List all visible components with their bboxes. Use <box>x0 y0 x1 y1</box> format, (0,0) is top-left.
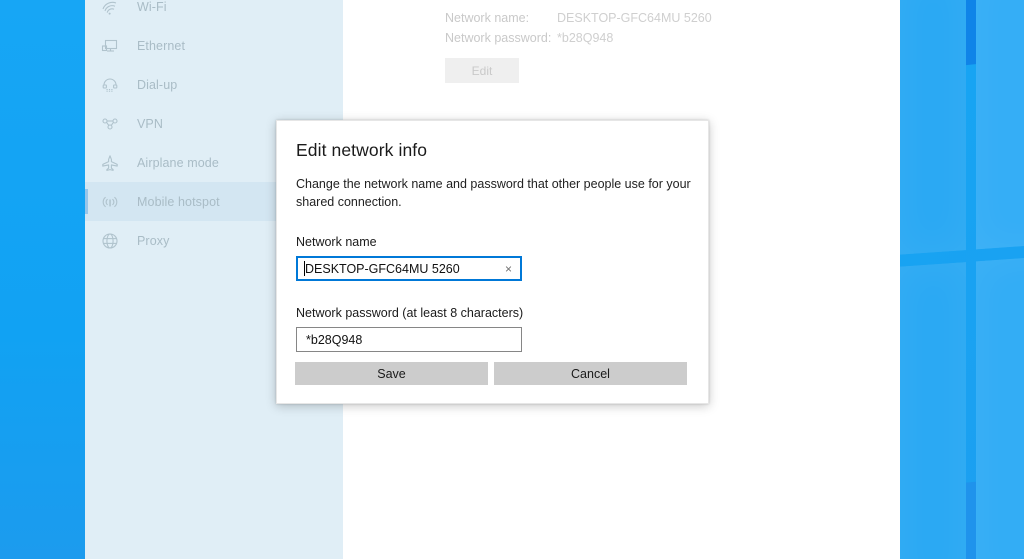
logo-pane-top-right <box>976 0 1024 250</box>
selection-accent-bar <box>85 189 88 214</box>
network-password-row: Network password: *b28Q948 <box>445 28 900 48</box>
sidebar-item-label: Dial-up <box>137 77 178 92</box>
dialog-title: Edit network info <box>296 140 428 160</box>
mobile-hotspot-icon <box>99 191 121 213</box>
airplane-icon <box>99 152 121 174</box>
dialog-button-row: Save Cancel <box>295 362 687 385</box>
network-password-input-value: *b28Q948 <box>306 332 363 347</box>
proxy-globe-icon <box>99 230 121 252</box>
network-info-block: Network name: DESKTOP-GFC64MU 5260 Netwo… <box>445 8 900 48</box>
clear-icon[interactable]: × <box>505 263 512 275</box>
dialog-description: Change the network name and password tha… <box>296 177 691 209</box>
text-caret <box>304 261 305 276</box>
logo-pane-bottom-right <box>976 237 1024 559</box>
network-password-label: Network password: <box>445 31 552 45</box>
network-password-field-label: Network password (at least 8 characters) <box>296 306 524 320</box>
sidebar-item-ethernet[interactable]: Ethernet <box>85 26 343 65</box>
network-name-row: Network name: DESKTOP-GFC64MU 5260 <box>445 8 900 28</box>
network-password-input[interactable]: *b28Q948 <box>296 327 522 352</box>
sidebar-item-label: Ethernet <box>137 38 186 53</box>
network-name-input-value: DESKTOP-GFC64MU 5260 <box>305 261 460 276</box>
dialup-icon <box>99 74 121 96</box>
logo-pane-bottom-left <box>900 262 966 559</box>
cancel-button[interactable]: Cancel <box>494 362 687 385</box>
network-name-label: Network name: <box>445 11 530 25</box>
sidebar-item-label: Wi-Fi <box>137 0 167 14</box>
network-name-value: DESKTOP-GFC64MU 5260 <box>557 11 712 25</box>
logo-pane-top-left <box>900 0 966 255</box>
sidebar-item-label: Proxy <box>137 233 170 248</box>
network-name-input[interactable]: DESKTOP-GFC64MU 5260 × <box>296 256 522 281</box>
windows-logo-wallpaper <box>900 0 1024 559</box>
sidebar-item-label: Airplane mode <box>137 155 219 170</box>
network-name-field-label: Network name <box>296 235 377 249</box>
save-button[interactable]: Save <box>295 362 488 385</box>
network-password-value: *b28Q948 <box>557 31 614 45</box>
sidebar-item-wi-fi[interactable]: Wi-Fi <box>85 0 343 26</box>
sidebar-item-dial-up[interactable]: Dial-up <box>85 65 343 104</box>
wifi-icon <box>99 0 121 18</box>
sidebar-item-label: Mobile hotspot <box>137 194 220 209</box>
vpn-icon <box>99 113 121 135</box>
ethernet-icon <box>99 35 121 57</box>
sidebar-item-label: VPN <box>137 116 164 131</box>
edit-button[interactable]: Edit <box>445 58 519 83</box>
